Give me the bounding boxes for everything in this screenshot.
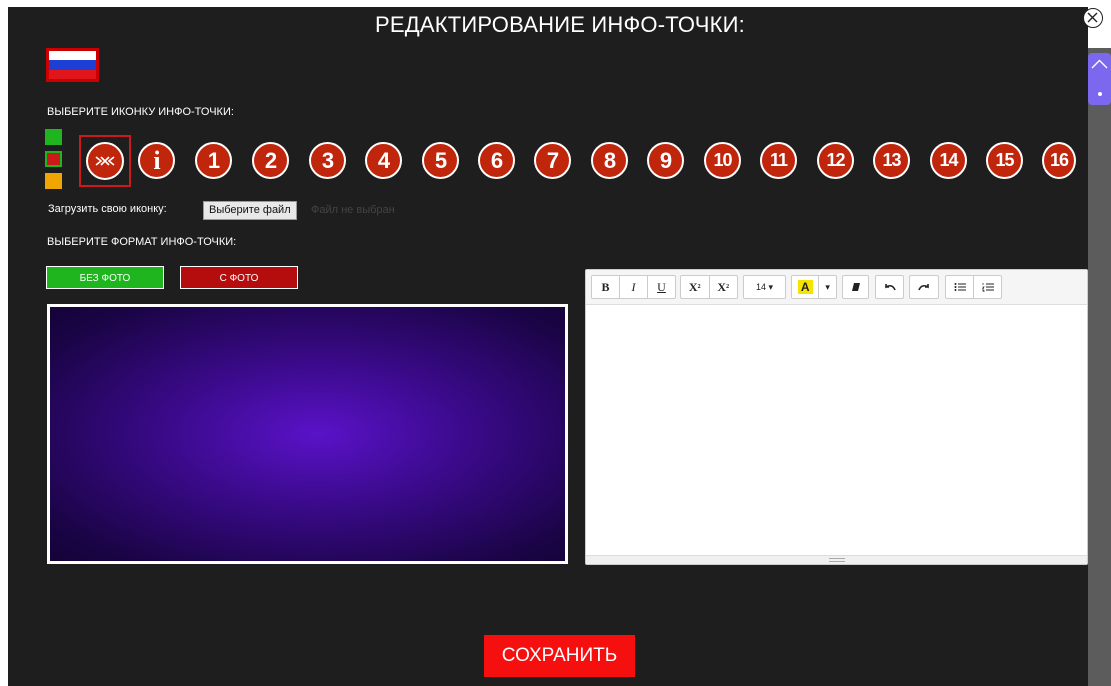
info-icon[interactable]: i [138,142,175,179]
format-with-photo-button[interactable]: С ФОТО [180,266,298,289]
number-icon-13[interactable]: 13 [873,142,910,179]
save-button[interactable]: СОХРАНИТЬ [484,635,635,677]
italic-button[interactable]: I [620,276,648,298]
color-option-red[interactable] [45,151,62,167]
subscript-button[interactable]: X2 [710,276,738,298]
number-icon-8[interactable]: 8 [591,142,628,179]
upload-icon-label: Загрузить свою иконку: [48,203,167,215]
number-icon-6[interactable]: 6 [478,142,515,179]
color-option-green[interactable] [45,129,62,145]
eraser-icon[interactable] [843,276,868,298]
number-icon-11[interactable]: 11 [760,142,797,179]
number-icon-12[interactable]: 12 [817,142,854,179]
number-icon-3[interactable]: 3 [309,142,346,179]
modal-title: РЕДАКТИРОВАНИЕ ИНФО-ТОЧКИ: [375,12,745,37]
bold-button[interactable]: B [592,276,620,298]
image-preview[interactable] [47,304,568,564]
highlight-color-button[interactable]: A [792,276,820,298]
number-icon-7[interactable]: 7 [534,142,571,179]
editor-content-area[interactable] [586,305,1087,556]
chevron-up-icon [1091,59,1108,69]
number-icon-10[interactable]: 10 [704,142,741,179]
scrollbar-thumb[interactable] [1088,53,1111,105]
number-icon-1[interactable]: 1 [195,142,232,179]
underline-button[interactable]: U [648,276,675,298]
number-icon-2[interactable]: 2 [252,142,289,179]
redo-icon[interactable] [910,276,938,298]
number-icon-4[interactable]: 4 [365,142,402,179]
scrollbar[interactable] [1088,48,1111,686]
number-icon-9[interactable]: 9 [647,142,684,179]
ordered-list-icon[interactable] [974,276,1001,298]
highlight-dropdown[interactable]: ▾ [819,276,836,298]
editor-toolbar: B I U X2 X2 14 ▾ A ▾ [586,270,1087,305]
close-icon[interactable] [1083,8,1103,28]
number-icon-14[interactable]: 14 [930,142,967,179]
number-icon-16[interactable]: 16 [1042,142,1076,179]
icon-section-label: ВЫБЕРИТЕ ИКОНКУ ИНФО-ТОЧКИ: [47,106,234,118]
superscript-button[interactable]: X2 [681,276,710,298]
choose-file-button[interactable]: Выберите файл [203,201,297,220]
number-icon-5[interactable]: 5 [422,142,459,179]
font-size-select[interactable]: 14 ▾ [744,276,785,298]
number-icon-15[interactable]: 15 [986,142,1023,179]
color-option-orange[interactable] [45,173,62,189]
editor-resize-bar[interactable] [586,555,1087,564]
language-flag-russia[interactable] [46,48,99,82]
format-no-photo-button[interactable]: БЕЗ ФОТО [46,266,164,289]
text-editor: B I U X2 X2 14 ▾ A ▾ [585,269,1088,565]
cross-icon[interactable] [86,142,124,180]
undo-icon[interactable] [876,276,903,298]
file-status-text: Файл не выбран [311,204,395,216]
format-section-label: ВЫБЕРИТЕ ФОРМАТ ИНФО-ТОЧКИ: [47,236,237,248]
unordered-list-icon[interactable] [946,276,974,298]
